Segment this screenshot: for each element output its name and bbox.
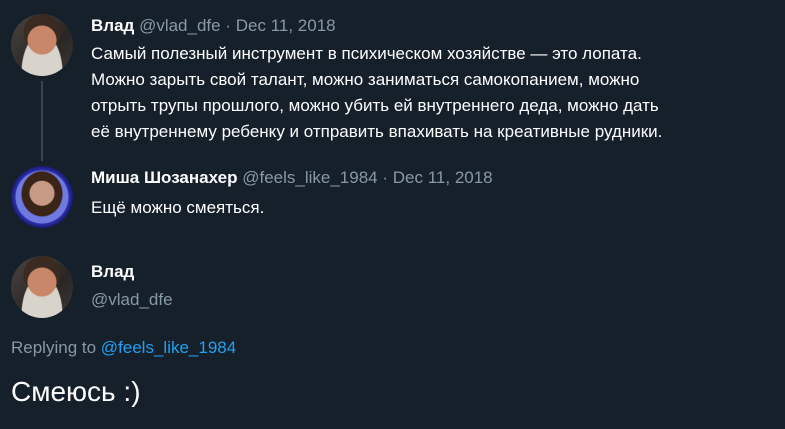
author-name[interactable]: Влад bbox=[91, 262, 134, 281]
tweet-text: Самый полезный инструмент в психическом … bbox=[91, 41, 771, 145]
avatar[interactable] bbox=[11, 14, 73, 76]
tweet-misha[interactable]: Миша Шозанахер @feels_like_1984 · Dec 11… bbox=[0, 160, 785, 240]
tweet-header: Влад @vlad_dfe · Dec 11, 2018 bbox=[91, 16, 336, 36]
author-name[interactable]: Миша Шозанахер bbox=[91, 168, 237, 187]
tweet-text-line: Можно зарыть свой талант, можно занимать… bbox=[91, 70, 640, 89]
avatar[interactable] bbox=[11, 256, 73, 318]
tweet-text-line: её внутреннему ребенку и отправить впахи… bbox=[91, 122, 663, 141]
tweet-text-line: отрыть трупы прошлого, можно убить ей вн… bbox=[91, 96, 659, 115]
separator: · bbox=[382, 168, 389, 187]
focused-tweet-text: Смеюсь :) bbox=[11, 376, 141, 407]
author-name-wrap: Влад bbox=[91, 262, 134, 282]
tweet-vlad[interactable]: Влад @vlad_dfe · Dec 11, 2018 Самый поле… bbox=[0, 0, 785, 160]
avatar[interactable] bbox=[11, 166, 73, 228]
author-handle[interactable]: @feels_like_1984 bbox=[242, 168, 377, 187]
separator: · bbox=[225, 16, 231, 35]
tweet-text: Ещё можно смеяться. bbox=[91, 198, 265, 217]
replying-to-handle-link[interactable]: @feels_like_1984 bbox=[101, 338, 236, 357]
tweet-text-line: Самый полезный инструмент в психическом … bbox=[91, 44, 642, 63]
replying-to: Replying to @feels_like_1984 bbox=[11, 338, 236, 358]
thread-connector-line bbox=[41, 81, 43, 161]
replying-to-label: Replying to bbox=[11, 338, 97, 357]
author-name[interactable]: Влад bbox=[91, 16, 134, 35]
author-handle[interactable]: @vlad_dfe bbox=[91, 290, 173, 310]
author-handle[interactable]: @vlad_dfe bbox=[139, 16, 221, 35]
tweet-date[interactable]: Dec 11, 2018 bbox=[236, 16, 336, 35]
tweet-date[interactable]: Dec 11, 2018 bbox=[393, 168, 493, 187]
tweet-header: Миша Шозанахер @feels_like_1984 · Dec 11… bbox=[91, 168, 493, 188]
